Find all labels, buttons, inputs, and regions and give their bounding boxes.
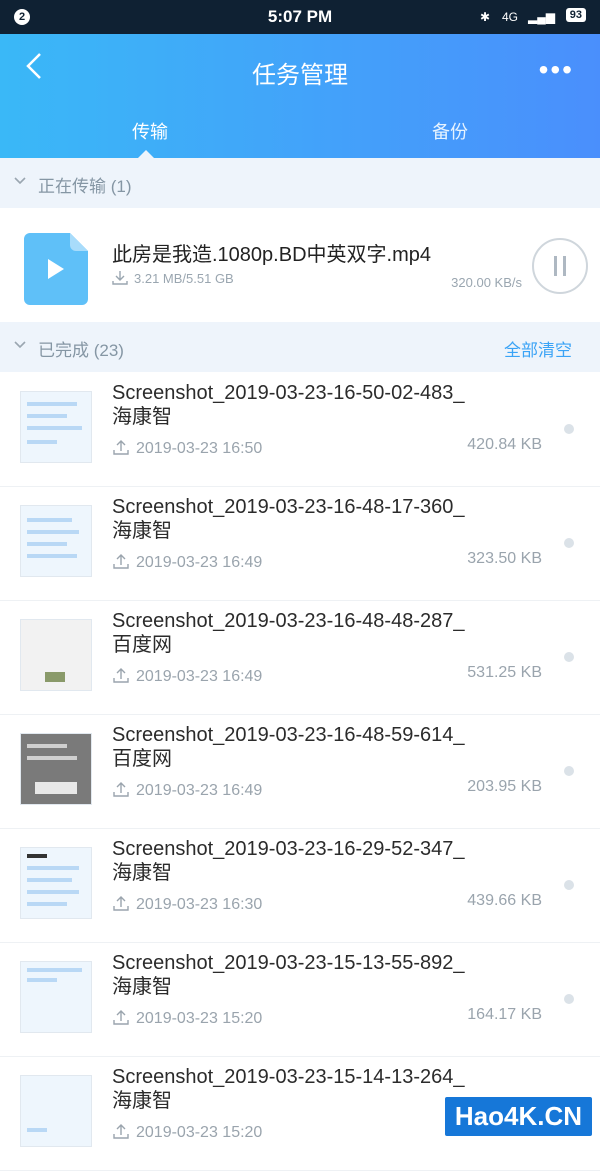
battery-level: 93 [565, 8, 586, 22]
upload-icon [113, 668, 129, 683]
screenshot-thumbnail [20, 847, 92, 919]
upload-icon [113, 440, 129, 455]
file-name: Screenshot_2019-03-23-15-14-13-264_海康智 [112, 1066, 465, 1112]
list-item[interactable]: Screenshot_2019-03-23-15-13-55-892_海康智 2… [0, 943, 600, 1057]
screenshot-thumbnail [20, 505, 92, 577]
upload-date-text: 2019-03-23 15:20 [136, 1124, 263, 1141]
network-label: 4G [502, 10, 519, 24]
tab-bar: 传输 备份 [0, 118, 600, 160]
upload-icon [113, 782, 129, 797]
screenshot-thumbnail [20, 619, 92, 691]
screenshot-thumbnail [20, 733, 92, 805]
file-size: 439.66 KB [467, 892, 542, 909]
upload-icon [113, 896, 129, 911]
chevron-down-icon [14, 177, 26, 185]
upload-icon [113, 1010, 129, 1025]
app-header: 2 5:07 PM ✱ 4G ▂▄▆ 93 任务管理 ••• 传输 备份 [0, 0, 600, 160]
upload-date: 2019-03-23 16:50 [112, 438, 262, 458]
item-options-dot[interactable] [564, 652, 574, 662]
file-name: Screenshot_2019-03-23-16-48-17-360_海康智 [112, 496, 465, 542]
file-size: 420.84 KB [467, 436, 542, 453]
file-size: 203.95 KB [467, 778, 542, 795]
tab-backup[interactable]: 备份 [370, 118, 530, 144]
screenshot-thumbnail [20, 391, 92, 463]
tab-transfer[interactable]: 传输 [70, 118, 230, 160]
upload-date-text: 2019-03-23 16:49 [136, 668, 263, 685]
item-options-dot[interactable] [564, 994, 574, 1004]
video-file-icon [24, 233, 88, 305]
active-file-name: 此房是我造.1080p.BD中英双字.mp4 [112, 244, 431, 266]
upload-icon [113, 1124, 129, 1139]
list-item[interactable]: Screenshot_2019-03-23-16-48-59-614_百度网 2… [0, 715, 600, 829]
upload-date: 2019-03-23 16:30 [112, 894, 262, 914]
list-item[interactable]: Screenshot_2019-03-23-16-48-48-287_百度网 2… [0, 601, 600, 715]
active-transfer-row[interactable]: 此房是我造.1080p.BD中英双字.mp4 3.21 MB/5.51 GB 3… [0, 208, 600, 321]
completed-label: 已完成 (23) [38, 341, 124, 360]
file-name: Screenshot_2019-03-23-16-48-48-287_百度网 [112, 610, 465, 656]
watermark-logo: Hao4K.CN [444, 1097, 592, 1136]
item-options-dot[interactable] [564, 538, 574, 548]
active-progress-text: 3.21 MB/5.51 GB [134, 271, 234, 286]
file-name: Screenshot_2019-03-23-16-48-59-614_百度网 [112, 724, 465, 770]
file-name: Screenshot_2019-03-23-16-29-52-347_海康智 [112, 838, 465, 884]
upload-date: 2019-03-23 16:49 [112, 552, 262, 572]
upload-date-text: 2019-03-23 16:50 [136, 440, 263, 457]
item-options-dot[interactable] [564, 880, 574, 890]
clear-all-button[interactable]: 全部清空 [504, 336, 572, 361]
screenshot-thumbnail [20, 961, 92, 1033]
active-speed: 320.00 KB/s [451, 275, 522, 290]
list-item[interactable]: Screenshot_2019-03-23-16-48-17-360_海康智 2… [0, 487, 600, 601]
in-progress-section-header[interactable]: 正在传输 (1) [0, 158, 600, 208]
upload-date-text: 2019-03-23 16:49 [136, 554, 263, 571]
completed-section-header[interactable]: 已完成 (23) 全部清空 [0, 322, 600, 372]
signal-icon: ▂▄▆ [528, 10, 555, 24]
upload-date-text: 2019-03-23 16:30 [136, 896, 263, 913]
upload-icon [113, 554, 129, 569]
list-item[interactable]: Screenshot_2019-03-23-16-29-52-347_海康智 2… [0, 829, 600, 943]
bluetooth-icon: ✱ [480, 10, 491, 24]
upload-date-text: 2019-03-23 16:49 [136, 782, 263, 799]
list-item[interactable]: Screenshot_2019-03-23-16-50-02-483_海康智 2… [0, 373, 600, 487]
upload-date: 2019-03-23 15:20 [112, 1008, 262, 1028]
item-options-dot[interactable] [564, 424, 574, 434]
upload-date-text: 2019-03-23 15:20 [136, 1010, 263, 1027]
upload-date: 2019-03-23 15:20 [112, 1122, 262, 1142]
upload-date: 2019-03-23 16:49 [112, 780, 262, 800]
completed-list: Screenshot_2019-03-23-16-50-02-483_海康智 2… [0, 373, 600, 1171]
upload-date: 2019-03-23 16:49 [112, 666, 262, 686]
download-icon [112, 271, 128, 285]
in-progress-label: 正在传输 (1) [38, 177, 132, 196]
more-menu-icon[interactable]: ••• [539, 54, 574, 86]
file-size: 531.25 KB [467, 664, 542, 681]
file-size: 164.17 KB [467, 1006, 542, 1023]
active-progress: 3.21 MB/5.51 GB [112, 270, 234, 286]
status-bar: 2 5:07 PM ✱ 4G ▂▄▆ 93 [0, 0, 600, 34]
item-options-dot[interactable] [564, 766, 574, 776]
file-name: Screenshot_2019-03-23-16-50-02-483_海康智 [112, 382, 465, 428]
chevron-down-icon [14, 341, 26, 349]
pause-button[interactable] [532, 238, 588, 294]
page-title: 任务管理 [252, 62, 348, 89]
file-name: Screenshot_2019-03-23-15-13-55-892_海康智 [112, 952, 465, 998]
file-size: 323.50 KB [467, 550, 542, 567]
screenshot-thumbnail [20, 1075, 92, 1147]
